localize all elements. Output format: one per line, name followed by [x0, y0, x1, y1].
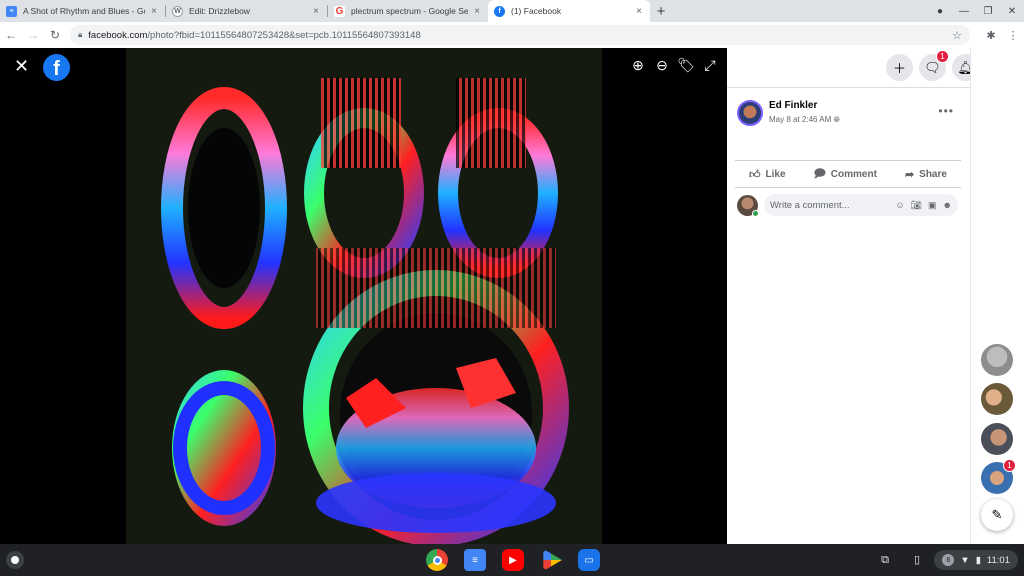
facebook-logo[interactable]: f	[43, 54, 70, 81]
share-arrow-icon: ➦	[904, 168, 915, 181]
online-status-dot	[752, 209, 759, 217]
wordpress-icon: W	[172, 5, 183, 17]
post-more-icon[interactable]: •••	[938, 104, 954, 118]
tab-title: Edit: Drizzlebow	[189, 6, 250, 16]
forward-arrow-icon[interactable]: →	[22, 28, 44, 42]
extensions-puzzle-icon[interactable]: ✱	[980, 29, 1002, 42]
comment-input[interactable]: Write a comment... ☺ 📷︎ ▣ ☻	[764, 194, 958, 216]
restore-icon[interactable]: ❐	[976, 6, 1000, 17]
like-button[interactable]: 👍︎ Like	[749, 168, 786, 181]
close-tab-icon[interactable]: ×	[472, 6, 482, 17]
contact-avatar[interactable]	[981, 383, 1013, 415]
tab-title: A Shot of Rhythm and Blues - Go	[23, 6, 145, 16]
launcher-icon[interactable]	[6, 551, 24, 569]
author-avatar[interactable]	[737, 100, 763, 126]
fullscreen-icon[interactable]: ⤢	[701, 56, 719, 74]
url-host: facebook.com	[88, 29, 148, 41]
chrome-menu-icon[interactable]: ⋮	[1002, 29, 1024, 42]
contact-unread-badge: 1	[1003, 459, 1016, 472]
status-area[interactable]: 8 ▼ ▮ 11:01	[934, 550, 1018, 570]
post-time-text: May 8 at 2:46 AM	[769, 115, 832, 124]
thumbs-up-icon: 👍︎	[749, 168, 761, 181]
messenger-icon[interactable]: 🗨︎ 1	[919, 50, 949, 81]
chrome-menu-dot-icon[interactable]: ●	[928, 6, 952, 17]
tab-facebook[interactable]: f (1) Facebook ×	[488, 0, 650, 22]
comment-button[interactable]: 🗩︎ Comment	[814, 165, 877, 184]
viewer-tools: ⊕ ⊖ 🏷︎ ⤢	[629, 56, 719, 74]
minimize-icon[interactable]: —	[952, 6, 976, 17]
zoom-in-icon[interactable]: ⊕	[629, 56, 647, 74]
files-app-icon[interactable]: ▭	[578, 549, 600, 571]
tray-holding: ⧉ ▯	[876, 551, 926, 569]
post-photo[interactable]	[126, 48, 602, 544]
wifi-icon: ▼	[960, 554, 970, 566]
close-tab-icon[interactable]: ×	[311, 6, 321, 17]
url-path: /photo?fbid=10115564807253428&set=pcb.10…	[147, 29, 421, 41]
gif-icon[interactable]: ▣	[928, 200, 937, 211]
post-timestamp[interactable]: May 8 at 2:46 AM 🌐︎	[769, 115, 840, 125]
comment-label: Comment	[830, 168, 877, 180]
close-tab-icon[interactable]: ×	[634, 6, 644, 17]
tag-icon[interactable]: 🏷︎	[677, 56, 695, 74]
contacts-rail: 1 ✎	[970, 48, 1024, 544]
emoji-icon[interactable]: ☺	[895, 200, 904, 210]
address-bar[interactable]: 🔒︎ facebook.com/photo?fbid=1011556480725…	[70, 25, 970, 45]
zoom-out-icon[interactable]: ⊖	[653, 56, 671, 74]
tab-title: (1) Facebook	[511, 6, 562, 16]
share-label: Share	[919, 168, 947, 180]
pinned-apps: ≡ ▶ ▭	[426, 549, 600, 571]
contact-avatar[interactable]	[981, 344, 1013, 376]
create-plus-icon[interactable]: ＋	[886, 54, 913, 81]
window-controls: ● — ❐ ✕	[928, 0, 1024, 22]
google-docs-icon: ≡	[6, 5, 17, 17]
bookmark-star-icon[interactable]: ☆	[952, 29, 962, 42]
sticker-icon[interactable]: ☻	[943, 200, 952, 210]
comment-placeholder: Write a comment...	[770, 199, 850, 211]
new-tab-button[interactable]: +	[650, 0, 672, 22]
close-tab-icon[interactable]: ×	[149, 6, 159, 17]
post-header: Ed Finkler May 8 at 2:46 AM 🌐︎	[737, 100, 840, 126]
panel-header: ＋ 🗨︎1 🔔︎ ▾	[727, 48, 1012, 88]
google-icon: G	[334, 5, 345, 17]
phone-hub-icon[interactable]: ▯	[908, 551, 926, 569]
tab-google-search[interactable]: G plectrum spectrum - Google Sea ×	[328, 0, 488, 22]
messenger-badge: 1	[936, 50, 949, 63]
clock: 11:01	[986, 554, 1010, 566]
contact-avatar[interactable]: 1	[981, 459, 1016, 494]
contact-avatar[interactable]	[981, 423, 1013, 455]
tab-strip: ≡ A Shot of Rhythm and Blues - Go × W Ed…	[0, 0, 1024, 22]
psychedelic-rings-image	[126, 48, 602, 544]
youtube-app-icon[interactable]: ▶	[502, 549, 524, 571]
comment-bubble-icon: 🗩︎	[813, 167, 826, 180]
post-actions: 👍︎ Like 🗩︎ Comment ➦ Share	[735, 160, 961, 188]
reload-icon[interactable]: ↻	[44, 28, 66, 42]
tab-title: plectrum spectrum - Google Sea	[351, 6, 468, 16]
browser-toolbar: ← → ↻ 🔒︎ facebook.com/photo?fbid=1011556…	[0, 22, 1024, 48]
tab-wordpress[interactable]: W Edit: Drizzlebow ×	[166, 0, 327, 22]
close-viewer-icon[interactable]: ✕	[14, 56, 29, 77]
author-name[interactable]: Ed Finkler	[769, 100, 840, 111]
photo-viewer: ✕ f ⊕ ⊖ 🏷︎ ⤢	[0, 48, 727, 544]
back-arrow-icon[interactable]: ←	[0, 28, 22, 42]
overview-icon[interactable]: ⧉	[876, 551, 894, 569]
camera-icon[interactable]: 📷︎	[911, 200, 922, 211]
globe-icon: 🌐︎	[833, 115, 840, 124]
lock-icon: 🔒︎	[78, 30, 83, 39]
tab-docs[interactable]: ≡ A Shot of Rhythm and Blues - Go ×	[0, 0, 165, 22]
comment-composer: Write a comment... ☺ 📷︎ ▣ ☻	[737, 194, 958, 217]
battery-icon: ▮	[975, 554, 981, 566]
docs-app-icon[interactable]: ≡	[464, 549, 486, 571]
facebook-icon: f	[494, 5, 505, 17]
new-message-compose-icon[interactable]: ✎	[981, 499, 1013, 531]
os-shelf: ≡ ▶ ▭ ⧉ ▯ 8 ▼ ▮ 11:01	[0, 544, 1024, 576]
share-button[interactable]: ➦ Share	[905, 168, 947, 181]
url-text: facebook.com/photo?fbid=1011556480725342…	[88, 30, 952, 41]
notification-count-badge: 8	[942, 554, 955, 566]
close-window-icon[interactable]: ✕	[1000, 6, 1024, 17]
my-avatar	[737, 194, 759, 217]
post-panel: ＋ 🗨︎1 🔔︎ ▾ Ed Finkler May 8 at 2:46 AM 🌐…	[727, 48, 1012, 544]
like-label: Like	[765, 168, 786, 180]
play-store-app-icon[interactable]	[543, 549, 562, 571]
chrome-app-icon[interactable]	[426, 549, 448, 571]
